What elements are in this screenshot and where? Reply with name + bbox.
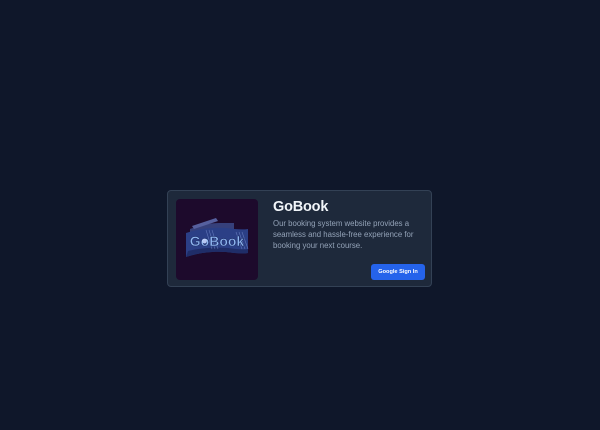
gobook-logo-icon: GoBook: [186, 218, 249, 257]
app-title: GoBook: [273, 199, 329, 215]
app-card: GoBook GoBook Our booking system website…: [167, 190, 432, 287]
page-root: GoBook GoBook Our booking system website…: [0, 0, 600, 430]
app-logo: GoBook: [176, 199, 258, 280]
app-description: Our booking system website provides a se…: [273, 219, 414, 250]
google-sign-in-button[interactable]: Google Sign In: [371, 264, 425, 280]
card-content: GoBook Our booking system website provid…: [273, 199, 425, 251]
logo-wordmark: GoBook: [190, 233, 245, 249]
